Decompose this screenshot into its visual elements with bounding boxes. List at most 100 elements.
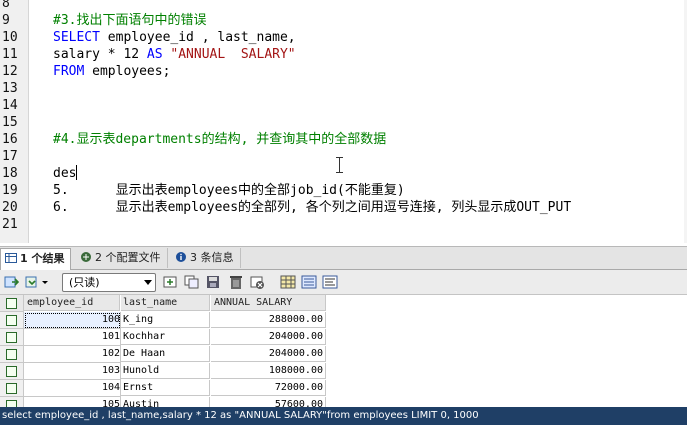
checkbox-icon [6, 298, 17, 309]
code-token: FROM [53, 64, 85, 79]
table-row[interactable]: 100 K_ing 288000.00 [0, 312, 330, 329]
code-text: #3.找出下面语句中的错误 [53, 12, 206, 29]
grid-view-icon[interactable] [280, 274, 296, 290]
code-text: des [53, 165, 78, 182]
tab-label: 2 个配置文件 [95, 251, 161, 264]
table-row[interactable]: 101 Kochhar 204000.00 [0, 329, 330, 346]
line-number: 19 [2, 183, 18, 198]
line-number: 9 [2, 13, 10, 28]
result-grid: employee_id last_name ANNUAL SALARY 100 K_in… [0, 295, 687, 407]
checkbox-icon [6, 349, 17, 360]
table-cell[interactable]: 103 [24, 363, 121, 380]
table-row[interactable]: 105 Austin 57600.00 [0, 397, 330, 407]
table-cell[interactable]: 204000.00 [211, 346, 326, 362]
chevron-down-icon[interactable] [40, 274, 50, 290]
save-icon[interactable] [205, 274, 221, 290]
row-checkbox[interactable] [0, 380, 24, 397]
table-cell[interactable]: 72000.00 [211, 380, 326, 396]
code-text: #4.显示表departments的结构, 并查询其中的全部数据 [53, 131, 386, 148]
table-cell[interactable]: Hunold [121, 363, 210, 379]
line-number: 18 [2, 166, 18, 181]
import-icon[interactable] [24, 274, 40, 290]
table-cell[interactable]: 57600.00 [211, 397, 326, 407]
profile-icon [81, 252, 91, 262]
table-cell[interactable]: Austin [121, 397, 210, 407]
status-bar: select employee_id , last_name,salary * … [0, 407, 687, 425]
code-token: "ANNUAL SALARY" [170, 47, 296, 62]
table-cell[interactable]: 101 [24, 329, 121, 346]
code-text: 5. 显示出表employees中的全部job_id(不能重复) [53, 182, 405, 199]
code-text: FROM employees; [53, 63, 170, 80]
code-text: SELECT employee_id , last_name, [53, 29, 296, 46]
row-checkbox[interactable] [0, 397, 24, 407]
line-number: 10 [2, 30, 18, 45]
result-grid-icon [5, 253, 17, 263]
tab-result-3[interactable]: 3 条信息 [171, 248, 241, 268]
table-cell[interactable]: 100 [24, 312, 121, 329]
line-number: 12 [2, 64, 18, 79]
code-token: #4.显示表departments的结构, 并查询其中的全部数据 [53, 132, 387, 147]
select-all-checkbox[interactable] [0, 295, 24, 312]
table-cell[interactable]: Kochhar [121, 329, 210, 345]
cancel-changes-icon[interactable] [249, 274, 265, 290]
table-cell[interactable]: 204000.00 [211, 329, 326, 345]
row-checkbox[interactable] [0, 363, 24, 380]
code-token: salary * 12 [53, 47, 147, 62]
export-icon[interactable] [3, 274, 19, 290]
result-tabs: 1 个结果 2 个配置文件 3 条信息 [0, 246, 687, 270]
line-number: 15 [2, 115, 18, 130]
status-query-text: select employee_id , last_name,salary * … [2, 410, 479, 421]
chevron-down-icon [144, 280, 152, 285]
column-header[interactable]: last_name [121, 295, 210, 311]
table-row[interactable]: 102 De Haan 204000.00 [0, 346, 330, 363]
table-cell[interactable]: Ernst [121, 380, 210, 396]
line-number: 8 [2, 0, 10, 11]
add-row-icon[interactable] [163, 274, 179, 290]
mouse-ibeam-cursor-icon [336, 157, 343, 173]
code-text: 6. 显示出表employees的全部列, 各个列之间用逗号连接, 列头显示成O… [53, 199, 571, 216]
row-checkbox[interactable] [0, 346, 24, 363]
code-token: employee_id , last_name, [99, 30, 296, 45]
line-number: 16 [2, 132, 18, 147]
code-token: 5. 显示出表employees中的全部job_id(不能重复) [53, 183, 405, 198]
row-checkbox[interactable] [0, 329, 24, 346]
code-token: employees; [84, 64, 171, 79]
delete-icon[interactable] [228, 274, 244, 290]
table-cell[interactable]: 102 [24, 346, 121, 363]
line-number: 17 [2, 149, 18, 164]
grid-header-row: employee_id last_name ANNUAL SALARY [0, 295, 330, 312]
table-cell[interactable]: 105 [24, 397, 121, 407]
code-token: 6. 显示出表employees的全部列, 各个列之间用逗号连接, 列头显示成O… [53, 200, 572, 215]
line-number: 21 [2, 217, 18, 232]
tab-result-1[interactable]: 1 个结果 [0, 248, 72, 270]
code-token: des [53, 166, 77, 181]
code-token: AS [146, 47, 163, 62]
line-number: 20 [2, 200, 18, 215]
tab-result-2[interactable]: 2 个配置文件 [76, 248, 168, 268]
checkbox-icon [6, 383, 17, 394]
checkbox-icon [6, 315, 17, 326]
table-cell[interactable]: 108000.00 [211, 363, 326, 379]
form-view-icon[interactable] [301, 274, 317, 290]
code-token: SELECT [53, 30, 100, 45]
table-row[interactable]: 104 Ernst 72000.00 [0, 380, 330, 397]
table-cell[interactable]: De Haan [121, 346, 210, 362]
line-number: 11 [2, 47, 18, 62]
table-cell[interactable]: K_ing [121, 312, 210, 328]
read-only-mode-select[interactable]: (只读) [62, 273, 156, 292]
line-number: 13 [2, 81, 18, 96]
code-token: #3.找出下面语句中的错误 [53, 13, 207, 28]
text-view-icon[interactable] [322, 274, 338, 290]
table-cell[interactable]: 288000.00 [211, 312, 326, 328]
duplicate-row-icon[interactable] [184, 274, 200, 290]
table-row[interactable]: 103 Hunold 108000.00 [0, 363, 330, 380]
row-checkbox[interactable] [0, 312, 24, 329]
table-cell[interactable]: 104 [24, 380, 121, 397]
column-header[interactable]: employee_id [24, 295, 120, 311]
text-caret [76, 165, 78, 180]
info-icon [176, 252, 186, 262]
mode-select-value: (只读) [69, 276, 100, 289]
line-number: 14 [2, 98, 18, 113]
sql-editor[interactable]: 8 9 #3.找出下面语句中的错误 10 SELECT employee_id , la… [0, 0, 687, 243]
column-header[interactable]: ANNUAL SALARY [211, 295, 326, 311]
